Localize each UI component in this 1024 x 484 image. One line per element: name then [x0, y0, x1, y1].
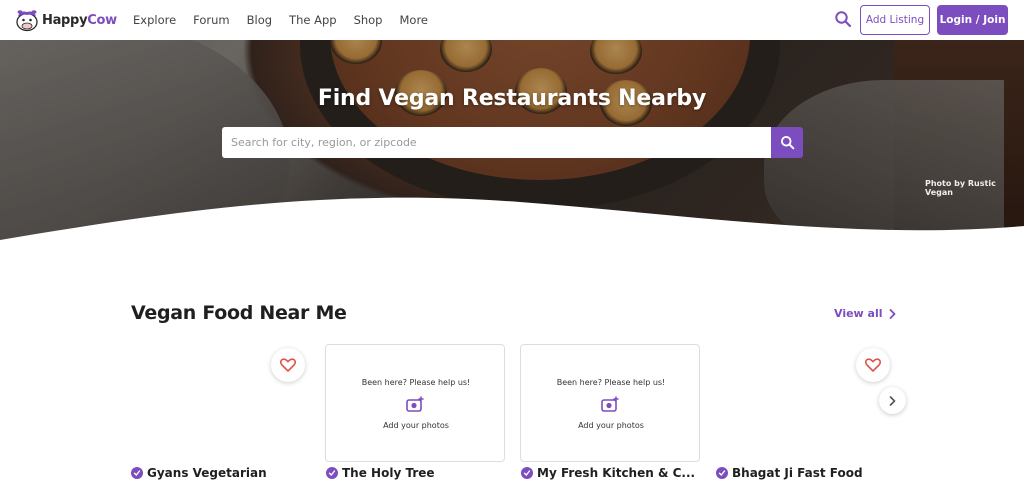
carousel-next-button[interactable]: [879, 387, 906, 414]
section-title: Vegan Food Near Me: [131, 302, 347, 324]
listing-name-label: My Fresh Kitchen & C...: [537, 466, 696, 480]
help-prompt: Been here? Please help us!: [361, 378, 471, 387]
add-listing-button[interactable]: Add Listing: [860, 5, 930, 35]
cow-logo-icon: [16, 10, 38, 32]
heart-icon: [865, 358, 881, 372]
listing-photo-placeholder[interactable]: Been here? Please help us! Add your phot…: [520, 344, 700, 462]
view-all-label: View all: [834, 307, 883, 320]
favorite-button[interactable]: [271, 348, 305, 382]
main-menu: Explore Forum Blog The App Shop More: [133, 0, 445, 40]
search-icon[interactable]: [834, 10, 852, 28]
menu-more[interactable]: More: [400, 13, 429, 27]
top-navbar: HappyCow Explore Forum Blog The App Shop…: [0, 0, 1024, 40]
add-photo-camera-icon[interactable]: [406, 396, 425, 413]
listing-name[interactable]: Bhagat Ji Fast Food: [716, 466, 863, 480]
menu-shop[interactable]: Shop: [354, 13, 383, 27]
vegan-badge-icon: [521, 467, 533, 479]
listing-card[interactable]: Been here? Please help us! Add your phot…: [325, 344, 505, 462]
listing-name[interactable]: Gyans Vegetarian: [131, 466, 267, 480]
hero-title: Find Vegan Restaurants Nearby: [317, 86, 707, 111]
chevron-right-icon: [889, 395, 896, 406]
vegan-badge-icon: [716, 467, 728, 479]
listing-name[interactable]: The Holy Tree: [326, 466, 435, 480]
logo-wordmark: HappyCow: [42, 12, 117, 28]
vegan-badge-icon: [326, 467, 338, 479]
happycow-logo[interactable]: HappyCow: [14, 7, 117, 33]
hero-search-button[interactable]: [771, 127, 803, 158]
listing-name-label: Gyans Vegetarian: [147, 466, 267, 480]
listing-photo-placeholder[interactable]: Been here? Please help us! Add your phot…: [325, 344, 505, 462]
vegan-badge-icon: [131, 467, 143, 479]
listing-name-label: The Holy Tree: [342, 466, 435, 480]
favorite-button[interactable]: [856, 348, 890, 382]
menu-blog[interactable]: Blog: [247, 13, 272, 27]
listing-card[interactable]: Been here? Please help us! Add your phot…: [520, 344, 700, 462]
add-photos-link[interactable]: Add your photos: [521, 421, 701, 430]
view-all-link[interactable]: View all: [834, 307, 896, 320]
location-search-input[interactable]: Search for city, region, or zipcode: [222, 127, 771, 158]
menu-the-app[interactable]: The App: [289, 13, 337, 27]
menu-forum[interactable]: Forum: [193, 13, 229, 27]
add-photos-link[interactable]: Add your photos: [326, 421, 506, 430]
login-join-button[interactable]: Login / Join: [937, 5, 1008, 35]
listing-name[interactable]: My Fresh Kitchen & C...: [521, 466, 695, 480]
hero-wave-divider: [0, 197, 1024, 250]
listing-name-label: Bhagat Ji Fast Food: [732, 466, 863, 480]
help-prompt: Been here? Please help us!: [556, 378, 666, 387]
search-icon: [780, 136, 794, 150]
add-photo-camera-icon[interactable]: [601, 396, 620, 413]
chevron-right-icon: [889, 308, 895, 319]
heart-icon: [280, 358, 296, 372]
menu-explore[interactable]: Explore: [133, 13, 176, 27]
